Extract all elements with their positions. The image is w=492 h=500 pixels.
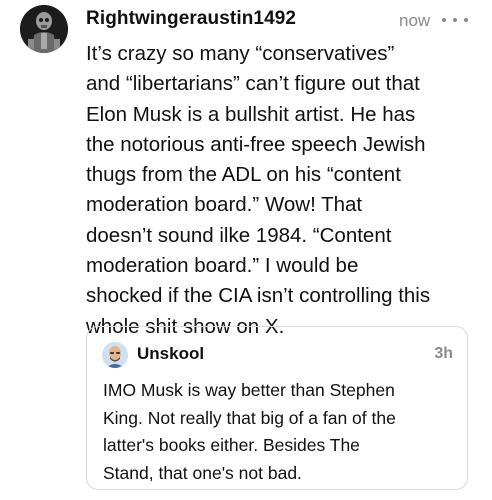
post-text-line: shocked if the CIA isn’t controlling thi… bbox=[86, 284, 431, 308]
bald-man-avatar-icon[interactable] bbox=[102, 342, 128, 368]
post-text-line: Elon Musk is a bullshit artist. He has bbox=[86, 102, 416, 126]
post-text-line: the notorious anti-free speech Jewish bbox=[86, 132, 426, 156]
post-text-line: It’s crazy so many “conservatives” bbox=[86, 42, 395, 65]
post-text-line: moderation board.” I would be bbox=[86, 254, 359, 278]
post-username[interactable]: Rightwingeraustin1492 bbox=[86, 8, 296, 30]
quoted-timestamp: 3h bbox=[434, 345, 453, 362]
quoted-text: IMO Musk is way better than Stephen King… bbox=[103, 377, 463, 487]
post-text-line: and “libertarians” can’t figure out that bbox=[86, 72, 420, 96]
quoted-username[interactable]: Unskool bbox=[137, 344, 204, 364]
quoted-text-line: King. Not really that big of a fan of th… bbox=[103, 407, 396, 428]
skull-figure-avatar-icon[interactable] bbox=[20, 5, 68, 53]
quoted-post-card[interactable]: Unskool 3h IMO Musk is way better than S… bbox=[86, 326, 468, 490]
post-timestamp: now bbox=[399, 11, 431, 30]
post-text-line: moderation board.” Wow! That bbox=[86, 193, 363, 217]
quoted-text-line: Stand, that one's not bad. bbox=[103, 462, 302, 483]
quoted-text-line: latter's books either. Besides The bbox=[103, 435, 360, 455]
more-options-icon[interactable] bbox=[442, 11, 468, 29]
post-text-line: doesn’t sound ilke 1984. “Content bbox=[86, 223, 392, 247]
post-text: It’s crazy so many “conservatives” and “… bbox=[86, 39, 484, 342]
post-text-line: thugs from the ADL on his “content bbox=[86, 163, 401, 187]
quoted-text-line: IMO Musk is way better than Stephen bbox=[103, 380, 395, 400]
